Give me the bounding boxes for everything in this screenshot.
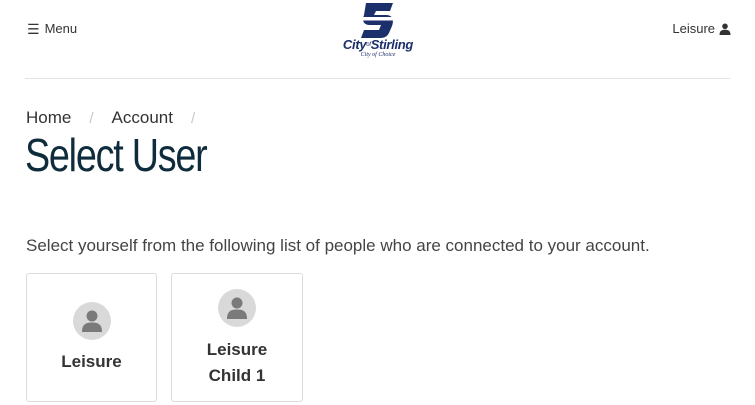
logo-text: CityofStirling (342, 37, 414, 52)
breadcrumb-home[interactable]: Home (26, 108, 71, 128)
page-title: Select User (25, 129, 208, 181)
breadcrumb-separator: / (190, 109, 196, 127)
user-card-leisure-child-1[interactable]: Leisure Child 1 (171, 273, 303, 402)
avatar (73, 302, 111, 340)
user-account-link[interactable]: Leisure (672, 21, 731, 36)
hamburger-icon: ☰ (27, 20, 40, 37)
user-account-label: Leisure (672, 21, 715, 36)
site-header: ☰ Menu CityofStirling City of Choice Lei… (0, 0, 755, 78)
header-divider (25, 78, 730, 79)
logo-tagline: City of Choice (360, 52, 396, 58)
menu-label: Menu (44, 21, 78, 36)
menu-button[interactable]: ☰ Menu (27, 21, 77, 36)
logo-mark (354, 3, 402, 38)
breadcrumb: Home / Account / (26, 108, 213, 128)
user-card-name: Leisure Child 1 (206, 340, 268, 385)
user-card-name: Leisure (61, 352, 122, 371)
person-icon (227, 297, 247, 319)
breadcrumb-separator: / (89, 109, 94, 127)
breadcrumb-account[interactable]: Account (112, 108, 173, 128)
person-icon (82, 310, 102, 332)
intro-text: Select yourself from the following list … (26, 236, 650, 255)
avatar (218, 289, 256, 327)
city-of-stirling-logo[interactable]: CityofStirling City of Choice (334, 0, 422, 62)
user-card-leisure[interactable]: Leisure (26, 273, 157, 402)
user-icon (719, 23, 731, 35)
